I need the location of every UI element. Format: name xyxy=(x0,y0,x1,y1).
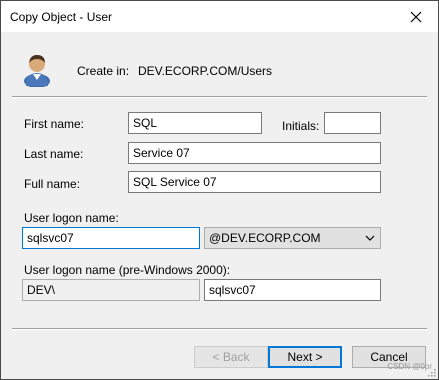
logon-name-field[interactable]: sqlsvc07 xyxy=(22,227,200,249)
separator-bottom xyxy=(12,328,427,330)
chevron-down-icon xyxy=(365,235,375,241)
separator-top xyxy=(12,96,427,98)
initials-label: Initials: xyxy=(282,119,320,133)
copy-object-user-dialog: Copy Object - User Create in: DEV.ECORP.… xyxy=(0,0,439,380)
close-button[interactable] xyxy=(394,1,438,32)
next-button[interactable]: Next > xyxy=(268,346,342,368)
full-name-label: Full name: xyxy=(24,177,81,191)
pre2000-domain-field: DEV\ xyxy=(22,279,200,301)
domain-select-value: @DEV.ECORP.COM xyxy=(209,231,321,245)
window-title: Copy Object - User xyxy=(10,10,113,24)
first-name-field[interactable]: SQL xyxy=(128,112,262,134)
initials-field[interactable] xyxy=(324,112,381,134)
first-name-label: First name: xyxy=(24,117,85,131)
last-name-label: Last name: xyxy=(24,147,84,161)
back-button[interactable]: < Back xyxy=(194,346,268,368)
pre2000-label: User logon name (pre-Windows 2000): xyxy=(24,263,231,277)
title-bar: Copy Object - User xyxy=(1,1,438,32)
full-name-field[interactable]: SQL Service 07 xyxy=(128,171,381,193)
close-icon xyxy=(410,11,422,22)
pre2000-logon-field[interactable]: sqlsvc07 xyxy=(204,279,381,301)
create-in-label: Create in: xyxy=(77,64,130,78)
create-in-value: DEV.ECORP.COM/Users xyxy=(138,64,273,78)
user-icon xyxy=(24,55,50,87)
domain-select[interactable]: @DEV.ECORP.COM xyxy=(204,227,381,249)
logon-name-label: User logon name: xyxy=(24,211,119,225)
watermark: CSDN @0pr xyxy=(387,362,432,371)
last-name-field[interactable]: Service 07 xyxy=(128,142,381,164)
